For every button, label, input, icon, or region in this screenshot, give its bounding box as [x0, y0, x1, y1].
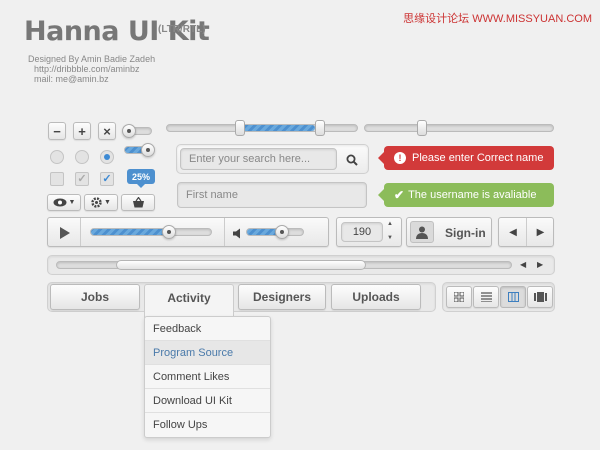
percent-badge: 25%: [127, 169, 155, 184]
value-slider-handle[interactable]: [417, 120, 427, 136]
next-button[interactable]: ▶: [527, 218, 554, 246]
divider: [80, 218, 81, 246]
basket-button[interactable]: [121, 194, 155, 211]
pager: ◀ ▶: [498, 217, 554, 247]
progress-fill: [91, 229, 169, 235]
menu-item-comment-likes[interactable]: Comment Likes: [145, 365, 270, 389]
scrollbar-track[interactable]: [56, 260, 512, 270]
credit-mail[interactable]: mail: me@amin.bz: [28, 74, 155, 84]
user-icon: [416, 226, 428, 239]
tab-uploads[interactable]: Uploads: [331, 284, 421, 310]
minus-button[interactable]: −: [48, 122, 66, 140]
view-dropdown-button[interactable]: ▼: [47, 194, 81, 211]
basket-icon: [132, 197, 144, 208]
radio-unchecked[interactable]: [75, 150, 89, 164]
close-button[interactable]: ×: [98, 122, 116, 140]
view-mode-group: [442, 282, 555, 312]
search-box: Enter your search here...: [176, 144, 369, 174]
mini-toggle-on[interactable]: [124, 143, 155, 157]
tab-activity[interactable]: Activity: [144, 284, 234, 318]
watermark: 思缘设计论坛 WWW.MISSYUAN.COM: [403, 13, 592, 25]
list-icon: [480, 292, 492, 302]
menu-item-download-ui-kit[interactable]: Download UI Kit: [145, 389, 270, 413]
volume-knob[interactable]: [274, 225, 289, 239]
chevron-down-icon: ▼: [68, 199, 76, 206]
value-slider[interactable]: [364, 120, 554, 136]
activity-dropdown-menu: Feedback Program Source Comment Likes Do…: [144, 316, 271, 438]
prev-button[interactable]: ◀: [499, 218, 527, 246]
error-alert-text: Please enter Correct name: [412, 152, 544, 164]
horizontal-scrollbar[interactable]: ◀ ▶: [47, 255, 555, 275]
credits: Designed By Amin Badie Zadeh http://drib…: [28, 54, 155, 84]
range-handle-high[interactable]: [315, 120, 325, 136]
eye-icon: [53, 198, 67, 207]
first-name-placeholder: First name: [186, 189, 238, 201]
coverflow-view-button[interactable]: [527, 286, 553, 308]
radio-disabled: [50, 150, 64, 164]
grid-view-button[interactable]: [446, 286, 472, 308]
grid-icon: [454, 292, 464, 302]
credit-line: Designed By Amin Badie Zadeh: [28, 54, 156, 64]
signin-label: Sign-in: [445, 226, 486, 240]
divider: [224, 218, 225, 246]
credit-url[interactable]: http://dribbble.com/aminbz: [28, 64, 155, 74]
error-alert: ! Please enter Correct name: [378, 146, 554, 170]
media-player: [47, 217, 329, 247]
checkbox-checked[interactable]: ✓: [100, 172, 114, 186]
success-alert-text: The username is avaliable: [408, 189, 537, 201]
magnifier-icon: [346, 154, 358, 166]
menu-item-program-source[interactable]: Program Source: [145, 341, 270, 365]
volume-track[interactable]: [246, 225, 304, 239]
range-fill: [237, 125, 316, 131]
stepper-down-icon[interactable]: ▼: [387, 235, 393, 241]
coverflow-icon: [533, 292, 547, 302]
range-handle-low[interactable]: [235, 120, 245, 136]
badge-pointer: [137, 184, 145, 188]
exclamation-icon: !: [394, 152, 406, 164]
radio-dot: [104, 154, 110, 160]
number-stepper: 190 ▲ ▼: [336, 217, 402, 247]
radio-checked[interactable]: [100, 150, 114, 164]
progress-knob[interactable]: [162, 225, 176, 239]
range-slider[interactable]: [166, 120, 358, 136]
scroll-left-icon[interactable]: ◀: [520, 260, 526, 269]
tab-jobs[interactable]: Jobs: [50, 284, 140, 310]
progress-track[interactable]: [90, 225, 212, 239]
plus-button[interactable]: +: [73, 122, 91, 140]
stepper-value[interactable]: 190: [341, 222, 383, 242]
mini-toggle-off[interactable]: [122, 124, 152, 138]
chevron-down-icon: ▼: [104, 199, 111, 206]
scroll-right-icon[interactable]: ▶: [537, 260, 543, 269]
checkbox-disabled-checked: ✓: [75, 172, 89, 186]
checkmark-icon: ✔: [394, 188, 405, 202]
menu-item-feedback[interactable]: Feedback: [145, 317, 270, 341]
gear-icon: [91, 197, 102, 208]
mini-toggle-knob[interactable]: [141, 143, 155, 157]
play-icon: [60, 227, 70, 239]
search-button[interactable]: [343, 151, 361, 169]
success-alert: ✔ The username is avaliable: [378, 183, 554, 207]
search-input[interactable]: Enter your search here...: [180, 148, 337, 170]
mini-toggle-knob[interactable]: [122, 124, 136, 138]
settings-dropdown-button[interactable]: ▼: [84, 194, 118, 211]
tab-designers[interactable]: Designers: [238, 284, 326, 310]
menu-item-follow-ups[interactable]: Follow Ups: [145, 413, 270, 437]
search-placeholder: Enter your search here...: [189, 153, 311, 165]
play-button[interactable]: [60, 226, 70, 244]
stepper-up-icon[interactable]: ▲: [387, 221, 393, 227]
speaker-icon: [233, 228, 240, 239]
column-view-button[interactable]: [500, 286, 526, 308]
first-name-input[interactable]: First name: [177, 182, 367, 208]
checkbox-disabled: [50, 172, 64, 186]
signin-button[interactable]: Sign-in: [406, 217, 492, 247]
kit-title-suffix: (LTR/RTL): [158, 24, 206, 35]
scrollbar-thumb[interactable]: [116, 260, 366, 270]
volume-button[interactable]: [233, 226, 244, 244]
columns-icon: [507, 292, 519, 302]
user-icon-box: [410, 221, 434, 243]
list-view-button[interactable]: [473, 286, 499, 308]
